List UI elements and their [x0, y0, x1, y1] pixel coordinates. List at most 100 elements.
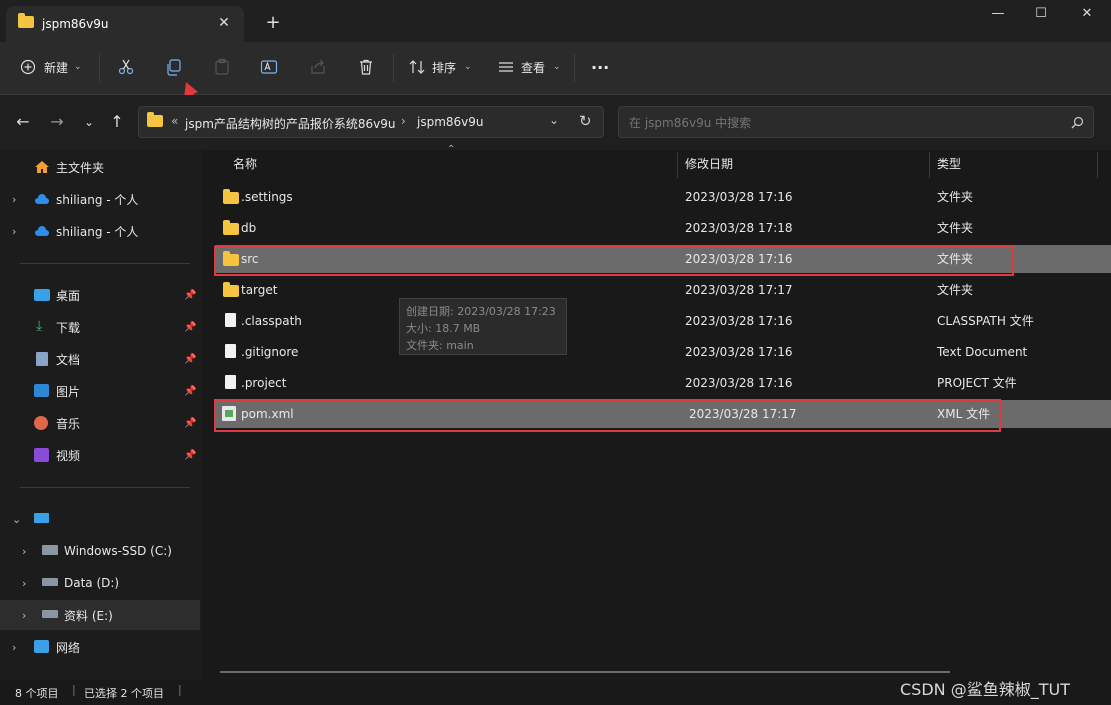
search-box[interactable] [618, 106, 1094, 138]
file-type: Text Document [937, 345, 1028, 359]
chevron-right-icon[interactable]: › [12, 193, 16, 206]
file-row[interactable]: .project 2023/03/28 17:16 PROJECT 文件 [215, 369, 1111, 397]
column-divider[interactable] [929, 152, 930, 178]
sidebar-item-onedrive-1[interactable]: › shiliang - 个人 [0, 184, 200, 214]
file-row[interactable]: .classpath 2023/03/28 17:16 CLASSPATH 文件 [215, 307, 1111, 335]
sidebar-item-drive-c[interactable]: › Windows-SSD (C:) [0, 536, 200, 566]
address-dropdown-icon[interactable]: ⌄ [549, 113, 559, 127]
sidebar-item-this-pc[interactable]: ⌄ [0, 504, 200, 534]
overflow-crumb[interactable]: « [171, 114, 178, 128]
rename-icon [260, 60, 278, 74]
column-divider[interactable] [1097, 152, 1098, 178]
music-icon [34, 416, 48, 430]
breadcrumb-parent[interactable]: jspm产品结构树的产品报价系统86v9u [185, 115, 396, 132]
sidebar-divider [20, 487, 190, 488]
pin-icon[interactable]: 📌 [184, 418, 196, 429]
file-icon [225, 313, 241, 327]
up-button[interactable]: ↑ [106, 111, 128, 133]
file-type: CLASSPATH 文件 [937, 314, 1034, 328]
cut-button[interactable] [117, 54, 135, 80]
sidebar-item-home[interactable]: 主文件夹 [0, 152, 200, 182]
sidebar-item-label: 网络 [56, 640, 81, 655]
sidebar-item-videos[interactable]: 视频 📌 [0, 440, 200, 470]
toolbar-divider [574, 54, 575, 82]
clipboard-icon [215, 58, 229, 75]
column-header-date[interactable]: 修改日期 [685, 150, 733, 178]
forward-button[interactable]: → [46, 111, 68, 133]
chevron-down-icon[interactable]: ⌄ [12, 513, 21, 526]
file-name: target [241, 283, 278, 297]
pin-icon[interactable]: 📌 [184, 354, 196, 365]
sidebar-item-documents[interactable]: 文档 📌 [0, 344, 200, 374]
sort-button[interactable]: 排序 ⌄ [408, 54, 472, 80]
sidebar-item-music[interactable]: 音乐 📌 [0, 408, 200, 438]
tab-close-button[interactable]: ✕ [214, 13, 234, 33]
folder-icon [223, 189, 239, 204]
more-options-button[interactable]: ··· [591, 54, 609, 80]
chevron-right-icon[interactable]: › [22, 609, 26, 622]
view-button[interactable]: 查看 ⌄ [497, 54, 561, 80]
file-row[interactable]: .gitignore 2023/03/28 17:16 Text Documen… [215, 338, 1111, 366]
sidebar-item-desktop[interactable]: 桌面 📌 [0, 280, 200, 310]
column-header-type[interactable]: 类型 [937, 150, 961, 178]
sidebar-item-label: 图片 [56, 384, 81, 399]
copy-icon [167, 59, 181, 76]
pin-icon[interactable]: 📌 [184, 290, 196, 301]
pin-icon[interactable]: 📌 [184, 450, 196, 461]
file-name: .project [241, 376, 287, 390]
computer-icon [34, 513, 49, 523]
file-row[interactable]: target 2023/03/28 17:17 文件夹 [215, 276, 1111, 304]
document-icon [36, 352, 48, 366]
breadcrumb-current[interactable]: jspm86v9u [417, 115, 484, 129]
search-input[interactable] [627, 113, 1051, 133]
chevron-right-icon[interactable]: › [12, 225, 16, 238]
file-date: 2023/03/28 17:16 [685, 376, 793, 390]
pin-icon[interactable]: 📌 [184, 322, 196, 333]
navigation-pane: 主文件夹 › shiliang - 个人 › shiliang - 个人 桌面 … [0, 150, 202, 680]
file-row[interactable]: .settings 2023/03/28 17:16 文件夹 [215, 183, 1111, 211]
new-button[interactable]: 新建 ⌄ [20, 54, 82, 80]
chevron-right-icon[interactable]: › [22, 545, 26, 558]
maximize-button[interactable]: ☐ [1018, 6, 1064, 26]
sidebar-item-pictures[interactable]: 图片 📌 [0, 376, 200, 406]
sidebar-item-network[interactable]: › 网络 [0, 632, 200, 662]
file-type: PROJECT 文件 [937, 376, 1017, 390]
sidebar-item-drive-e[interactable]: › 资料 (E:) [0, 600, 200, 630]
scissors-icon [118, 59, 134, 75]
sidebar-item-onedrive-2[interactable]: › shiliang - 个人 [0, 216, 200, 246]
new-tab-button[interactable]: + [262, 12, 284, 34]
rename-button[interactable] [260, 54, 278, 80]
cloud-icon [34, 225, 50, 239]
file-icon [225, 375, 241, 389]
delete-button[interactable] [357, 54, 375, 80]
paste-button[interactable] [213, 54, 231, 80]
file-type: 文件夹 [937, 221, 974, 235]
tooltip-size: 大小: 18.7 MB [406, 322, 481, 335]
chevron-right-icon[interactable]: › [22, 577, 26, 590]
file-list: ⌃ 名称 修改日期 类型 .settings 2023/03/28 17:16 … [203, 144, 1111, 680]
home-icon [34, 160, 50, 174]
sidebar-item-label: 音乐 [56, 416, 81, 431]
minimize-button[interactable]: — [975, 6, 1021, 26]
active-tab[interactable]: jspm86v9u ✕ [6, 6, 244, 42]
back-button[interactable]: ← [12, 111, 34, 133]
share-button[interactable] [309, 54, 327, 80]
copy-button[interactable] [165, 54, 183, 80]
sidebar-item-drive-d[interactable]: › Data (D:) [0, 568, 200, 598]
horizontal-scrollbar[interactable] [220, 671, 950, 673]
column-header-name[interactable]: 名称 [233, 150, 257, 178]
folder-icon [147, 112, 163, 127]
file-row[interactable]: db 2023/03/28 17:18 文件夹 [215, 214, 1111, 242]
close-window-button[interactable]: ✕ [1064, 6, 1110, 26]
item-count: 8 个项目 [15, 687, 59, 700]
recent-dropdown-button[interactable]: ⌄ [78, 111, 100, 133]
column-divider[interactable] [677, 152, 678, 178]
pin-icon[interactable]: 📌 [184, 386, 196, 397]
chevron-right-icon[interactable]: › [12, 641, 16, 654]
refresh-icon[interactable]: ↻ [579, 112, 592, 130]
highlight-box [214, 399, 1001, 432]
trash-icon [360, 59, 372, 75]
address-bar[interactable]: « jspm产品结构树的产品报价系统86v9u › jspm86v9u ⌄ ↻ [138, 106, 604, 138]
search-icon[interactable] [1071, 116, 1084, 129]
sidebar-item-downloads[interactable]: ⤓ 下载 📌 [0, 312, 200, 342]
